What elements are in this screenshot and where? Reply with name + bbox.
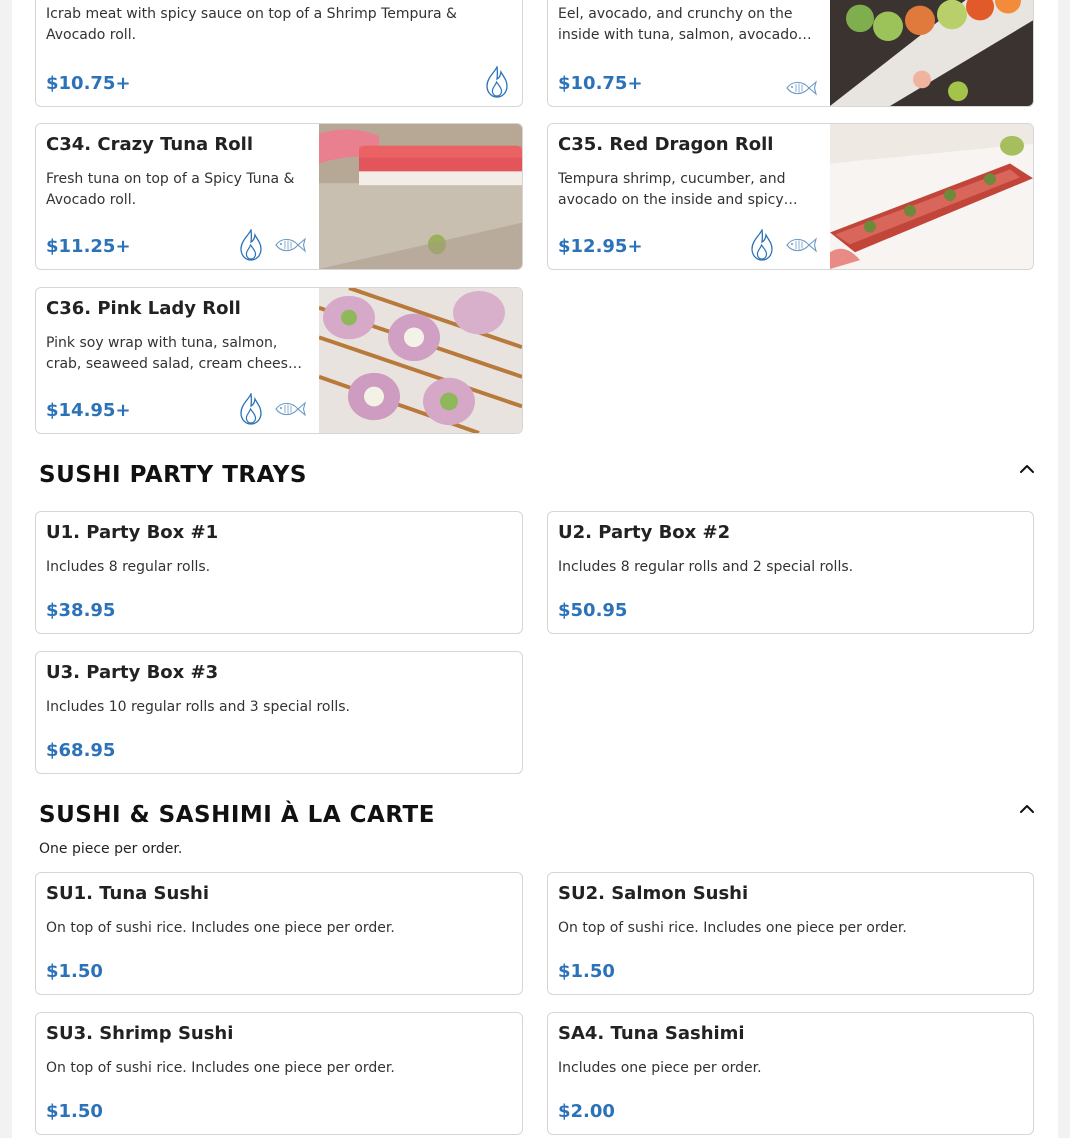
item-description: On top of sushi rice. Includes one piece… (46, 920, 395, 936)
menu-item-card[interactable]: SA4. Tuna Sashimi Includes one piece per… (547, 1012, 1034, 1135)
item-price: $12.95+ (558, 236, 643, 257)
section-title-a-la-carte: SUSHI & SASHIMI À LA CARTE (39, 802, 435, 828)
menu-item-card[interactable]: C35. Red Dragon Roll Tempura shrimp, cuc… (547, 123, 1034, 270)
item-name: C36. Pink Lady Roll (46, 298, 241, 319)
menu-item-card[interactable]: C34. Crazy Tuna Roll Fresh tuna on top o… (35, 123, 523, 270)
item-tags (238, 393, 306, 425)
spicy-icon (238, 229, 264, 261)
chevron-up-icon[interactable] (1016, 458, 1038, 480)
item-price: $14.95+ (46, 400, 131, 421)
raw-fish-icon (274, 399, 306, 419)
item-price: $10.75+ (558, 73, 643, 94)
item-description: Includes 8 regular rolls. (46, 559, 211, 575)
item-price: $11.25+ (46, 236, 131, 257)
item-name: U3. Party Box #3 (46, 662, 219, 683)
menu-item-card[interactable]: U1. Party Box #1 Includes 8 regular roll… (35, 511, 523, 634)
menu-item-card[interactable]: SU3. Shrimp Sushi On top of sushi rice. … (35, 1012, 523, 1135)
item-price: $1.50 (46, 961, 103, 982)
menu-item-card-c33[interactable]: Eel, avocado, and crunchy on the inside … (547, 0, 1034, 107)
item-tags (238, 229, 306, 261)
item-description: Includes 10 regular rolls and 3 special … (46, 699, 350, 715)
item-photo (830, 0, 1033, 106)
chevron-up-icon[interactable] (1016, 798, 1038, 820)
menu-item-card[interactable]: U3. Party Box #3 Includes 10 regular rol… (35, 651, 523, 774)
item-name: SU2. Salmon Sushi (558, 883, 749, 904)
spicy-icon (484, 66, 510, 98)
item-description: Eel, avocado, and crunchy on the inside … (558, 6, 798, 43)
item-photo (319, 124, 522, 269)
item-price: $68.95 (46, 740, 116, 761)
item-description: On top of sushi rice. Includes one piece… (558, 920, 907, 936)
item-name: C35. Red Dragon Roll (558, 134, 774, 155)
item-price: $10.75+ (46, 73, 131, 94)
item-photo (830, 124, 1033, 269)
item-photo (319, 288, 522, 433)
item-name: U1. Party Box #1 (46, 522, 219, 543)
item-description: Pink soy wrap with tuna, salmon, crab, s… (46, 335, 302, 372)
raw-fish-icon (274, 235, 306, 255)
spicy-icon (749, 229, 775, 261)
menu-item-card[interactable]: SU1. Tuna Sushi On top of sushi rice. In… (35, 872, 523, 995)
raw-fish-icon (785, 235, 817, 255)
item-name: SU3. Shrimp Sushi (46, 1023, 234, 1044)
item-description: Fresh tuna on top of a Spicy Tuna & Avoc… (46, 171, 295, 208)
item-description: On top of sushi rice. Includes one piece… (46, 1060, 395, 1076)
item-description: Icrab meat with spicy sauce on top of a … (46, 6, 457, 43)
item-name: SA4. Tuna Sashimi (558, 1023, 745, 1044)
menu-item-card[interactable]: U2. Party Box #2 Includes 8 regular roll… (547, 511, 1034, 634)
item-tags (749, 229, 817, 261)
section-subtitle: One piece per order. (39, 841, 183, 857)
item-tags (785, 78, 817, 98)
menu-item-card[interactable]: C36. Pink Lady Roll Pink soy wrap with t… (35, 287, 523, 434)
item-description: Includes one piece per order. (558, 1060, 762, 1076)
spicy-icon (238, 393, 264, 425)
menu-item-card[interactable]: SU2. Salmon Sushi On top of sushi rice. … (547, 872, 1034, 995)
menu-item-card-c32[interactable]: Icrab meat with spicy sauce on top of a … (35, 0, 523, 107)
section-title-party-trays: SUSHI PARTY TRAYS (39, 462, 307, 488)
item-name: U2. Party Box #2 (558, 522, 731, 543)
item-price: $50.95 (558, 600, 628, 621)
raw-fish-icon (785, 78, 817, 98)
menu-page: Icrab meat with spicy sauce on top of a … (12, 0, 1058, 1138)
item-name: SU1. Tuna Sushi (46, 883, 210, 904)
item-price: $2.00 (558, 1101, 615, 1122)
item-description: Includes 8 regular rolls and 2 special r… (558, 559, 854, 575)
item-tags (484, 66, 510, 98)
item-price: $38.95 (46, 600, 116, 621)
item-description: Tempura shrimp, cucumber, and avocado on… (558, 171, 786, 208)
item-price: $1.50 (558, 961, 615, 982)
item-name: C34. Crazy Tuna Roll (46, 134, 253, 155)
item-price: $1.50 (46, 1101, 103, 1122)
